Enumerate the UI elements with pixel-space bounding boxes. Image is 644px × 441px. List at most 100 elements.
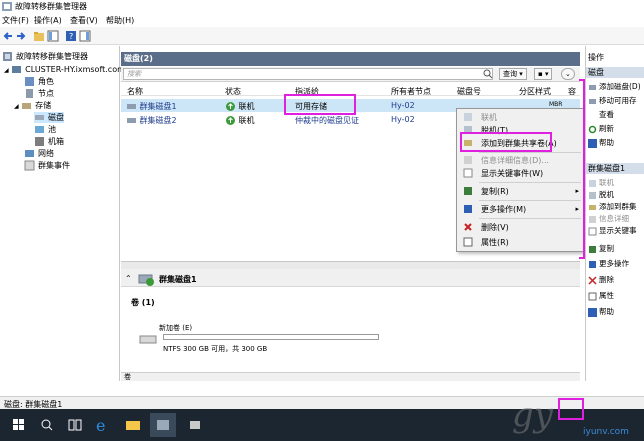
action-help[interactable]: 帮助 [588, 137, 644, 148]
menu-help[interactable]: 帮助(H) [106, 15, 134, 26]
view-icon [588, 111, 597, 120]
save-query-button[interactable]: ▪ ▾ [534, 68, 553, 80]
svg-text:e: e [96, 416, 105, 435]
start-icon[interactable] [6, 413, 32, 437]
info-icon [588, 215, 597, 224]
search-taskbar-icon[interactable] [34, 413, 60, 437]
actions-section-disk1[interactable]: 群集磁盘1 [586, 163, 644, 174]
query-button[interactable]: 查询 ▾ [499, 68, 527, 80]
tree-item-roles[interactable]: 角色 [24, 76, 54, 87]
action-delete[interactable]: 删除 [588, 274, 644, 285]
menu-item-delete[interactable]: 删除(V) [459, 221, 583, 234]
volume-name: 新加卷 (E) [159, 324, 193, 332]
menu-item-more[interactable]: 更多操作(M) ▸ [459, 203, 583, 216]
server-manager-icon[interactable] [182, 413, 208, 437]
online-icon [588, 179, 597, 188]
menu-item-label: 删除(V) [481, 223, 509, 232]
menu-item-label: 联机 [481, 113, 497, 122]
context-menu: 联机 脱机(T) 添加到群集共享卷(A) 信息详细信息(D)... 显示关键事件… [456, 108, 585, 252]
tree-item-networks[interactable]: 网络 [24, 148, 54, 159]
action-help-2[interactable]: 帮助 [588, 306, 644, 317]
action-more[interactable]: 更多操作 [588, 258, 644, 269]
search-icon[interactable] [483, 69, 493, 81]
col-disk-number[interactable]: 磁盘号 [457, 86, 481, 97]
collapse-icon[interactable]: ◢ [14, 103, 19, 110]
forward-icon[interactable] [15, 30, 27, 42]
help-icon [588, 138, 597, 148]
splitter[interactable] [121, 261, 580, 269]
collapse-detail-icon[interactable]: ⌃ [125, 274, 132, 283]
action-view[interactable]: 查看 [588, 109, 644, 120]
events-icon [463, 168, 473, 182]
action-refresh[interactable]: 刷新 [588, 123, 644, 134]
col-name[interactable]: 名称 [127, 86, 143, 97]
col-owner[interactable]: 所有者节点 [391, 86, 431, 97]
action-pane-icon[interactable] [79, 30, 91, 42]
enclosures-icon [34, 136, 45, 147]
col-capacity[interactable]: 容 [568, 86, 576, 97]
task-view-icon[interactable] [62, 413, 88, 437]
action-add-disk[interactable]: 添加磁盘(D) [588, 81, 644, 92]
tree-item-label: 角色 [38, 77, 54, 86]
menu-item-online[interactable]: 联机 [459, 111, 583, 124]
svg-text:?: ? [69, 32, 73, 41]
action-label: 脱机 [599, 190, 614, 199]
action-move-storage[interactable]: 移动可用存 [588, 95, 644, 106]
menu-item-info[interactable]: 信息详细信息(D)... [459, 154, 583, 167]
highlight-watermark [558, 398, 584, 420]
action-properties[interactable]: 属性 [588, 290, 644, 301]
detail-title: 群集磁盘1 [159, 275, 197, 284]
action-label: 更多操作 [599, 259, 629, 268]
actions-pane: 操作 磁盘 添加磁盘(D) 移动可用存 查看 刷新 帮助 群集磁盘1 联机 脱机… [585, 46, 644, 381]
search-input[interactable]: 搜索 [123, 68, 493, 80]
menu-item-copy[interactable]: 复制(R) ▸ [459, 185, 583, 198]
tree-item-label: 网络 [38, 149, 54, 158]
actions-section-disks[interactable]: 磁盘 [586, 67, 644, 78]
console-tree-icon[interactable] [47, 30, 59, 42]
collapse-icon[interactable]: ◢ [4, 67, 9, 74]
tree-item-nodes[interactable]: 节点 [24, 88, 54, 99]
action-add-csv[interactable]: 添加到群集 [588, 201, 644, 212]
copy-icon [588, 245, 597, 254]
tab-volume[interactable]: 卷 [124, 372, 131, 382]
help-icon[interactable]: ? [65, 30, 77, 42]
menu-action[interactable]: 操作(A) [34, 15, 62, 26]
action-offline[interactable]: 脱机 [588, 189, 644, 200]
menu-item-events[interactable]: 显示关键事件(W) [459, 167, 583, 180]
cluster-manager-taskbar-icon[interactable] [150, 413, 176, 437]
watermark-site: iyunv.com [583, 427, 629, 437]
action-label: 显示关键事 [599, 226, 637, 235]
tree-item-label: 存储 [35, 101, 52, 110]
file-explorer-icon[interactable] [120, 413, 146, 437]
menu-file[interactable]: 文件(F) [2, 15, 29, 26]
menu-view[interactable]: 查看(V) [70, 15, 98, 26]
tree-cluster[interactable]: ◢ CLUSTER-HY.ixmsoft.com [4, 64, 125, 75]
more-icon [588, 260, 597, 269]
menu-item-properties[interactable]: 属性(R) [459, 236, 583, 249]
tree-item-disks[interactable]: 磁盘 [34, 112, 64, 123]
col-status[interactable]: 状态 [225, 86, 241, 97]
back-icon[interactable] [2, 30, 14, 42]
tree-root[interactable]: 故障转移群集管理器 [2, 51, 88, 62]
tree-item-storage[interactable]: ◢ 存储 [14, 100, 51, 111]
tree-item-label: 节点 [38, 89, 54, 98]
toolbar: ? [0, 27, 644, 45]
online-icon [225, 101, 236, 112]
add-csv-icon [588, 203, 597, 212]
col-partition-style[interactable]: 分区样式 [519, 86, 551, 97]
folder-up-icon[interactable] [33, 30, 45, 42]
tree-item-events[interactable]: 群集事件 [24, 160, 70, 171]
action-copy[interactable]: 复制 [588, 243, 644, 254]
detail-body: 卷 (1) 新加卷 (E) NTFS 300 GB 可用，共 300 GB [121, 288, 580, 372]
action-info[interactable]: 信息详细 [588, 213, 644, 224]
menu-item-label: 属性(R) [481, 238, 509, 247]
menu-item-label: 显示关键事件(W) [481, 169, 544, 178]
edge-icon[interactable]: e [90, 413, 116, 437]
tree-item-pools[interactable]: 池 [34, 124, 56, 135]
tree-item-enclosures[interactable]: 机箱 [34, 136, 64, 147]
action-events[interactable]: 显示关键事 [588, 225, 644, 236]
action-online[interactable]: 联机 [588, 177, 644, 188]
status-label: 联机 [238, 116, 255, 125]
expand-icon[interactable]: ⌄ [561, 68, 575, 80]
bottom-tab-bar: 卷 [121, 372, 580, 381]
